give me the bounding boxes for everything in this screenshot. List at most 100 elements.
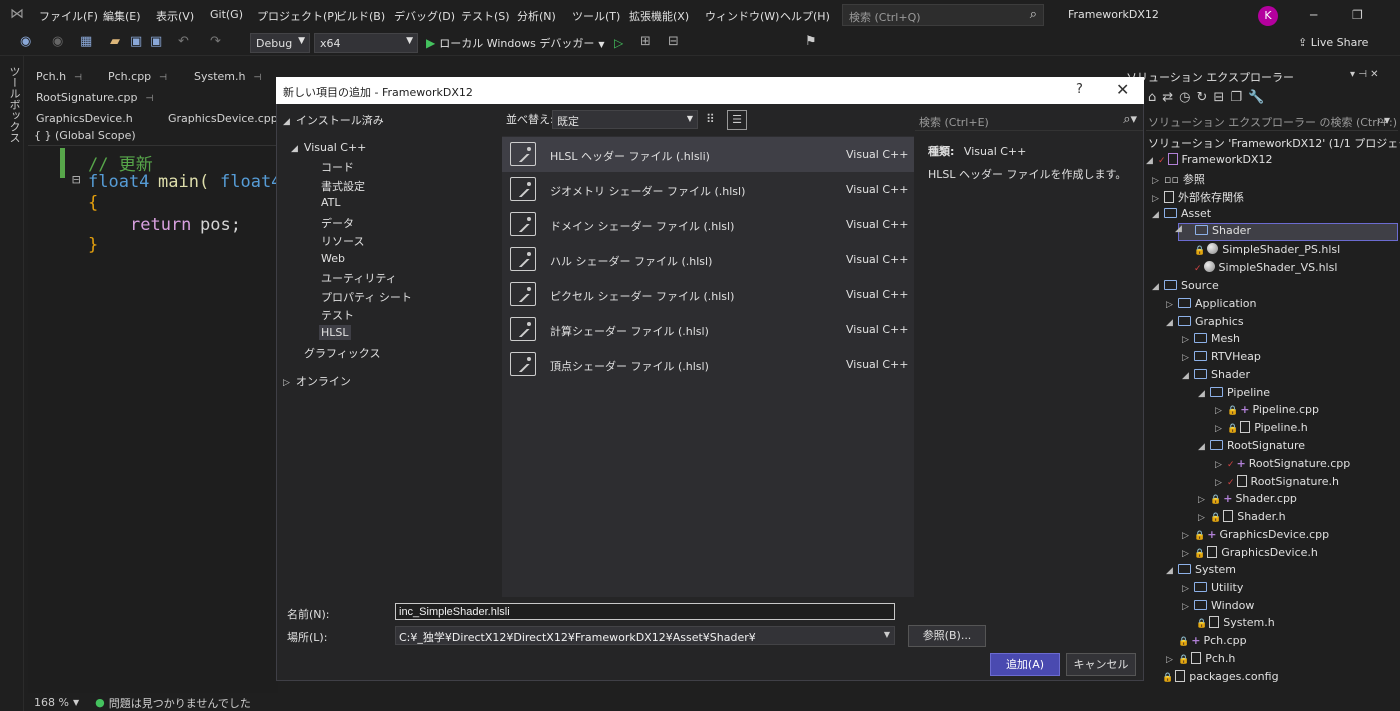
expand-icon[interactable]: ▷ [1182, 549, 1194, 559]
template-item-hlsl-header[interactable]: HLSL ヘッダー ファイル (.hlsli) Visual C++ [502, 137, 914, 172]
expand-icon[interactable]: ▷ [1182, 353, 1194, 363]
tree-file-pipeline-cpp[interactable]: ▷ 🔒 + Pipeline.cpp [1215, 403, 1319, 420]
add-button[interactable]: 追加(A) [990, 653, 1060, 676]
template-item-compute[interactable]: 計算シェーダー ファイル (.hlsl) Visual C++ [502, 312, 914, 347]
location-select[interactable]: C:¥_独学¥DirectX12¥DirectX12¥FrameworkDX12… [395, 626, 895, 645]
tree-folder-system[interactable]: ◢ System [1166, 563, 1236, 580]
nav-code[interactable]: コード [321, 159, 354, 175]
refresh-icon[interactable]: ↻ [1197, 90, 1214, 105]
toolbar-tool-icon[interactable]: ⊞ [640, 34, 651, 49]
global-search-input[interactable]: 検索 (Ctrl+Q) ⌕ [842, 4, 1044, 26]
menu-file[interactable]: ファイル(F) [39, 8, 98, 24]
redo-icon[interactable]: ↷ [210, 34, 221, 49]
expand-icon[interactable]: ◢ [1152, 282, 1164, 292]
expand-icon[interactable]: ◢ [283, 117, 290, 127]
panel-options-icon[interactable]: ▾ ⊣ ✕ [1350, 69, 1378, 80]
close-icon[interactable]: ✕ [1116, 80, 1129, 99]
menu-git[interactable]: Git(G) [210, 8, 243, 21]
tree-file-shader-h[interactable]: ▷ 🔒 Shader.h [1198, 510, 1286, 527]
template-item-geometry[interactable]: ジオメトリ シェーダー ファイル (.hlsl) Visual C++ [502, 172, 914, 207]
save-all-icon[interactable]: ▣ [150, 34, 162, 49]
tab-pch-h[interactable]: Pch.h ⊣ [28, 67, 90, 86]
menu-analyze[interactable]: 分析(N) [517, 8, 556, 24]
tree-file-shader-cpp[interactable]: ▷ 🔒 + Shader.cpp [1198, 492, 1297, 509]
pin-icon[interactable]: ⊣ [74, 73, 82, 83]
tree-folder-source[interactable]: ◢ Source [1152, 279, 1219, 296]
tree-file-system-h[interactable]: 🔒 System.h [1196, 616, 1275, 633]
nav-resource[interactable]: リソース [321, 233, 364, 249]
expand-icon[interactable]: ▷ [283, 378, 290, 388]
menu-window[interactable]: ウィンドウ(W) [705, 8, 779, 24]
expand-icon[interactable]: ▷ [1166, 300, 1178, 310]
tree-folder-shader[interactable]: ◢ Shader [1182, 368, 1250, 385]
nav-data[interactable]: データ [321, 215, 354, 231]
platform-select[interactable]: x64 ▼ [314, 33, 418, 53]
maximize-icon[interactable]: ❐ [1352, 8, 1363, 22]
switch-views-icon[interactable]: ⇄ [1162, 90, 1179, 105]
back-icon[interactable]: ◉ [20, 34, 31, 49]
expand-icon[interactable]: ▷ [1215, 424, 1227, 434]
tab-system-h[interactable]: System.h ⊣ [186, 67, 269, 86]
collapse-icon[interactable]: ⊟ [72, 172, 80, 188]
scope-dropdown[interactable]: { } (Global Scope) [28, 128, 278, 146]
menu-tools[interactable]: ツール(T) [572, 8, 620, 24]
menu-test[interactable]: テスト(S) [461, 8, 510, 24]
expand-icon[interactable]: ▷ [1182, 602, 1194, 612]
expand-icon[interactable]: ▷ [1166, 655, 1178, 665]
tree-file-pch-cpp[interactable]: 🔒 + Pch.cpp [1178, 634, 1247, 651]
tree-folder-shader-selected[interactable]: ◢ Shader [1175, 223, 1398, 241]
start-debugging-button[interactable]: ▶ ローカル Windows デバッガー ▼ ▷ [426, 35, 627, 51]
list-view-icon[interactable]: ☰ [727, 110, 747, 130]
template-item-pixel[interactable]: ピクセル シェーダー ファイル (.hlsl) Visual C++ [502, 277, 914, 312]
pin-icon[interactable]: ⊣ [254, 73, 262, 83]
tree-folder-graphics[interactable]: ◢ Graphics [1166, 315, 1244, 332]
menu-debug[interactable]: デバッグ(D) [394, 8, 455, 24]
nav-hlsl-selected[interactable]: HLSL [319, 325, 351, 340]
tree-file-graphicsdevice-cpp[interactable]: ▷ 🔒 + GraphicsDevice.cpp [1182, 528, 1329, 545]
expand-icon[interactable]: ▷ [1215, 478, 1227, 488]
expand-icon[interactable]: ◢ [1166, 318, 1178, 328]
expand-icon[interactable]: ▷ [1182, 584, 1194, 594]
copy-icon[interactable]: ❐ [1230, 90, 1248, 105]
tree-references[interactable]: ▷ ▫▫ 参照 [1152, 171, 1205, 188]
solution-search-input[interactable]: ソリューション エクスプローラー の検索 (Ctrl+:) ⌕▾ [1146, 113, 1398, 131]
menu-project[interactable]: プロジェクト(P) [257, 8, 338, 24]
help-icon[interactable]: ? [1076, 82, 1083, 97]
tree-file-pipeline-h[interactable]: ▷ 🔒 Pipeline.h [1215, 421, 1308, 438]
nav-installed[interactable]: ◢ インストール済み [283, 112, 384, 128]
expand-icon[interactable]: ▷ [1198, 513, 1210, 523]
tree-file-graphicsdevice-h[interactable]: ▷ 🔒 GraphicsDevice.h [1182, 546, 1318, 563]
nav-online[interactable]: ▷ オンライン [283, 373, 351, 389]
menu-view[interactable]: 表示(V) [156, 8, 194, 24]
tree-folder-utility[interactable]: ▷ Utility [1182, 581, 1243, 598]
expand-icon[interactable]: ▷ [1215, 406, 1227, 416]
undo-icon[interactable]: ↶ [178, 34, 189, 49]
expand-icon[interactable]: ◢ [1166, 566, 1178, 576]
pin-icon[interactable]: ⊣ [146, 94, 154, 104]
tree-file-packages-config[interactable]: 🔒 packages.config [1162, 670, 1279, 687]
tree-folder-mesh[interactable]: ▷ Mesh [1182, 332, 1240, 349]
expand-icon[interactable]: ◢ [1146, 156, 1158, 166]
expand-icon[interactable]: ◢ [291, 144, 298, 154]
nav-web[interactable]: Web [321, 252, 345, 265]
home-icon[interactable]: ⌂ [1148, 90, 1162, 105]
toolbar-tool-icon[interactable]: ⊟ [668, 34, 679, 49]
new-item-icon[interactable]: ▦ [80, 34, 92, 49]
expand-icon[interactable]: ▷ [1182, 531, 1194, 541]
expand-icon[interactable]: ◢ [1182, 371, 1194, 381]
tab-graphicsdevice-h[interactable]: GraphicsDevice.h [28, 109, 141, 128]
zoom-level[interactable]: 168 % [34, 696, 69, 709]
nav-atl[interactable]: ATL [321, 196, 341, 209]
forward-icon[interactable]: ◉ [52, 34, 63, 49]
tree-folder-asset[interactable]: ◢ Asset [1152, 207, 1211, 224]
issues-status[interactable]: 問題は見つかりませんでした [109, 695, 251, 711]
menu-build[interactable]: ビルド(B) [336, 8, 385, 24]
expand-icon[interactable]: ▷ [1152, 194, 1164, 204]
expand-icon[interactable]: ◢ [1152, 210, 1164, 220]
tab-graphicsdevice-cpp[interactable]: GraphicsDevice.cpp [160, 109, 286, 128]
tree-project[interactable]: ◢ ✓ FrameworkDX12 [1146, 153, 1272, 170]
nav-visual-cpp[interactable]: ◢ Visual C++ [291, 141, 366, 154]
menu-edit[interactable]: 編集(E) [103, 8, 141, 24]
expand-icon[interactable]: ◢ [1198, 389, 1210, 399]
configuration-select[interactable]: Debug ▼ [250, 33, 310, 53]
